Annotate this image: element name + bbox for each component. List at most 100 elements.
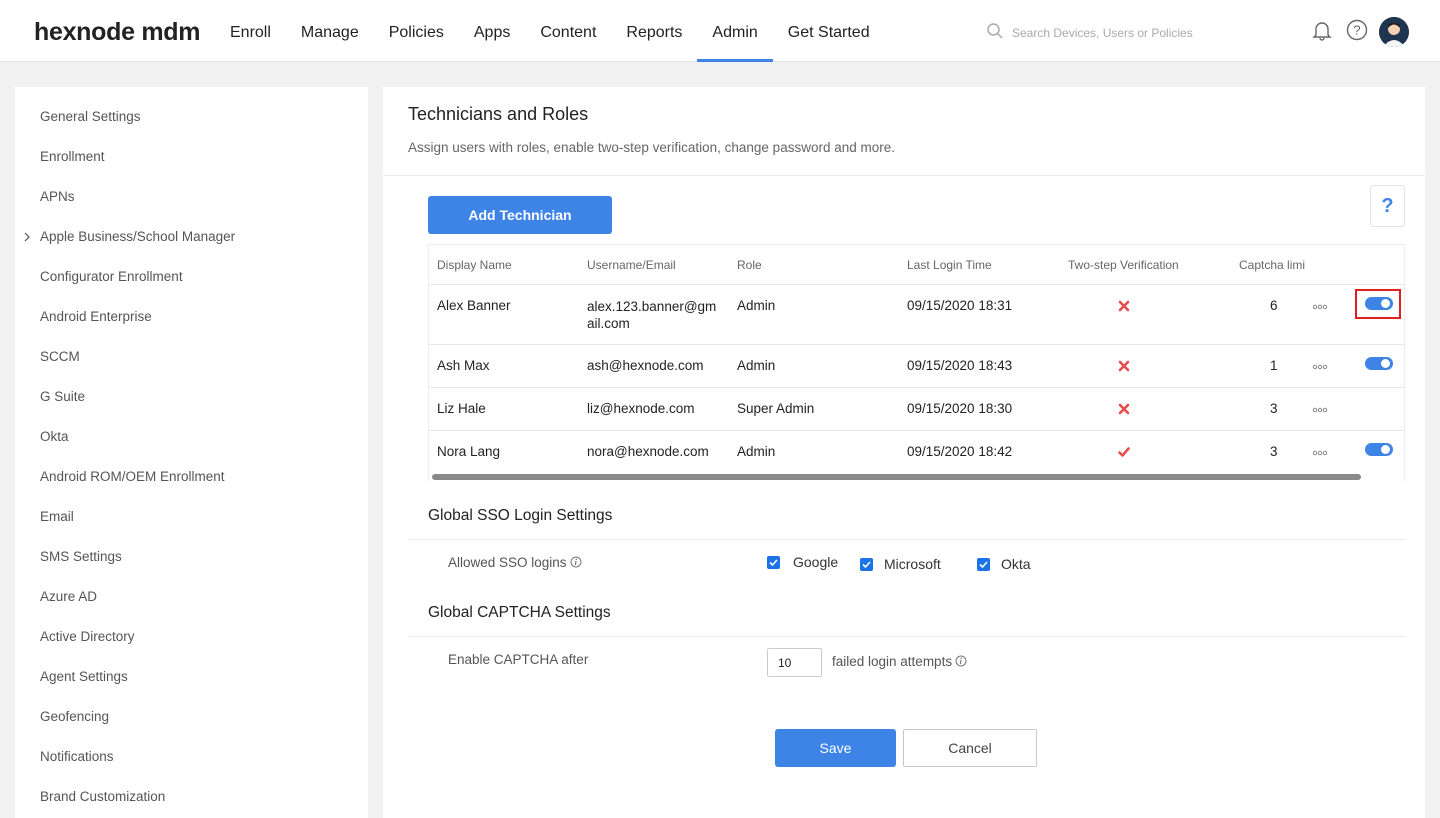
info-icon[interactable] — [955, 655, 967, 667]
okta-label[interactable]: Okta — [1001, 556, 1031, 572]
cross-icon — [1118, 360, 1130, 372]
sso-divider — [408, 539, 1405, 540]
captcha-section-title: Global CAPTCHA Settings — [428, 604, 611, 621]
horizontal-scrollbar[interactable] — [432, 474, 1361, 480]
nav-enroll[interactable]: Enroll — [215, 0, 286, 62]
search-icon — [987, 23, 1003, 39]
cross-icon — [1118, 403, 1130, 415]
col-username-email[interactable]: Username/Email — [587, 258, 676, 272]
sidebar-item-email[interactable]: Email — [40, 509, 74, 529]
table-row[interactable]: Ash Max ash@hexnode.com Admin 09/15/2020… — [429, 344, 1404, 387]
cell-role: Admin — [737, 358, 776, 373]
table-row[interactable]: Liz Hale liz@hexnode.com Super Admin 09/… — [429, 387, 1404, 430]
cell-role: Admin — [737, 444, 776, 459]
sidebar-item-sccm[interactable]: SCCM — [40, 349, 80, 369]
status-toggle[interactable] — [1365, 443, 1393, 456]
more-options-icon[interactable] — [1312, 450, 1328, 456]
sidebar-item-apple-business-manager[interactable]: Apple Business/School Manager — [40, 229, 235, 249]
cell-email: liz@hexnode.com — [587, 401, 695, 416]
sidebar-item-android-enterprise[interactable]: Android Enterprise — [40, 309, 152, 329]
cell-last-login: 09/15/2020 18:43 — [907, 358, 1013, 373]
cell-role: Admin — [737, 298, 776, 313]
hexnode-logo[interactable]: hexnode mdm — [34, 18, 200, 47]
sso-label-text: Allowed SSO logins — [448, 555, 567, 570]
captcha-suffix: failed login attempts — [832, 654, 967, 669]
table-row[interactable]: Alex Banner alex.123.banner@gmail.com Ad… — [429, 284, 1404, 344]
cell-captcha: 6 — [1270, 298, 1278, 313]
captcha-label: Enable CAPTCHA after — [448, 652, 589, 667]
sidebar-item-android-rom-oem[interactable]: Android ROM/OEM Enrollment — [40, 469, 225, 489]
cell-email: alex.123.banner@gmail.com — [587, 299, 717, 331]
sso-section-title: Global SSO Login Settings — [428, 507, 613, 524]
search-box — [986, 22, 1286, 44]
sidebar-item-geofencing[interactable]: Geofencing — [40, 709, 109, 729]
col-two-step[interactable]: Two-step Verification — [1068, 258, 1179, 272]
cell-last-login: 09/15/2020 18:31 — [907, 298, 1013, 313]
cell-email: nora@hexnode.com — [587, 444, 709, 459]
col-captcha-limit[interactable]: Captcha limi — [1239, 258, 1306, 272]
sidebar-item-brand-customization[interactable]: Brand Customization — [40, 789, 165, 809]
col-last-login[interactable]: Last Login Time — [907, 258, 992, 272]
sidebar-item-general-settings[interactable]: General Settings — [40, 109, 141, 129]
help-button[interactable]: ? — [1370, 185, 1405, 227]
highlight-box — [1355, 289, 1401, 319]
sso-label: Allowed SSO logins — [448, 555, 582, 570]
nav-reports[interactable]: Reports — [611, 0, 697, 62]
okta-checkbox[interactable] — [977, 558, 990, 571]
nav-policies[interactable]: Policies — [374, 0, 459, 62]
nav-apps[interactable]: Apps — [459, 0, 525, 62]
add-technician-button[interactable]: Add Technician — [428, 196, 612, 234]
cell-role: Super Admin — [737, 401, 815, 416]
search-input[interactable] — [1012, 22, 1282, 44]
check-icon — [1118, 447, 1130, 457]
sidebar-item-active-directory[interactable]: Active Directory — [40, 629, 135, 649]
col-display-name[interactable]: Display Name — [437, 258, 512, 272]
microsoft-label[interactable]: Microsoft — [884, 556, 941, 572]
nav-manage[interactable]: Manage — [286, 0, 374, 62]
save-button[interactable]: Save — [775, 729, 896, 767]
captcha-divider — [408, 636, 1405, 637]
sidebar-item-configurator-enrollment[interactable]: Configurator Enrollment — [40, 269, 183, 289]
sidebar-item-notifications[interactable]: Notifications — [40, 749, 114, 769]
avatar[interactable] — [1379, 17, 1409, 47]
microsoft-checkbox[interactable] — [860, 558, 873, 571]
chevron-right-icon[interactable] — [23, 232, 31, 242]
more-options-icon[interactable] — [1312, 364, 1328, 370]
more-options-icon[interactable] — [1312, 304, 1328, 310]
cell-last-login: 09/15/2020 18:42 — [907, 444, 1013, 459]
admin-sidebar: General Settings Enrollment APNs Apple B… — [15, 87, 368, 818]
cell-display-name: Nora Lang — [437, 444, 501, 459]
sidebar-item-okta[interactable]: Okta — [40, 429, 69, 449]
google-label[interactable]: Google — [793, 554, 838, 570]
sidebar-item-apns[interactable]: APNs — [40, 189, 75, 209]
sidebar-item-sms-settings[interactable]: SMS Settings — [40, 549, 122, 569]
nav-admin[interactable]: Admin — [697, 0, 774, 62]
help-circle-icon[interactable]: ? — [1345, 18, 1369, 42]
page-title: Technicians and Roles — [408, 104, 589, 124]
more-options-icon[interactable] — [1312, 407, 1328, 413]
sidebar-item-enrollment[interactable]: Enrollment — [40, 149, 105, 169]
nav-content[interactable]: Content — [525, 0, 611, 62]
header-divider — [383, 175, 1425, 176]
col-role[interactable]: Role — [737, 258, 762, 272]
sidebar-item-agent-settings[interactable]: Agent Settings — [40, 669, 128, 689]
cell-last-login: 09/15/2020 18:30 — [907, 401, 1013, 416]
cell-captcha: 3 — [1270, 401, 1278, 416]
bell-icon[interactable] — [1310, 18, 1334, 42]
cell-display-name: Alex Banner — [437, 298, 511, 313]
captcha-attempts-input[interactable] — [767, 648, 822, 677]
cell-captcha: 3 — [1270, 444, 1278, 459]
status-toggle[interactable] — [1365, 357, 1393, 370]
main-nav: Enroll Manage Policies Apps Content Repo… — [215, 0, 885, 62]
svg-text:?: ? — [1353, 23, 1360, 38]
technicians-table: Display Name Username/Email Role Last Lo… — [428, 244, 1405, 481]
cancel-button[interactable]: Cancel — [903, 729, 1037, 767]
sidebar-item-azure-ad[interactable]: Azure AD — [40, 589, 97, 609]
google-checkbox[interactable] — [767, 556, 780, 569]
cell-display-name: Ash Max — [437, 358, 490, 373]
table-row[interactable]: Nora Lang nora@hexnode.com Admin 09/15/2… — [429, 430, 1404, 473]
nav-get-started[interactable]: Get Started — [773, 0, 885, 62]
sidebar-item-g-suite[interactable]: G Suite — [40, 389, 85, 409]
info-icon[interactable] — [570, 556, 582, 568]
cell-display-name: Liz Hale — [437, 401, 486, 416]
